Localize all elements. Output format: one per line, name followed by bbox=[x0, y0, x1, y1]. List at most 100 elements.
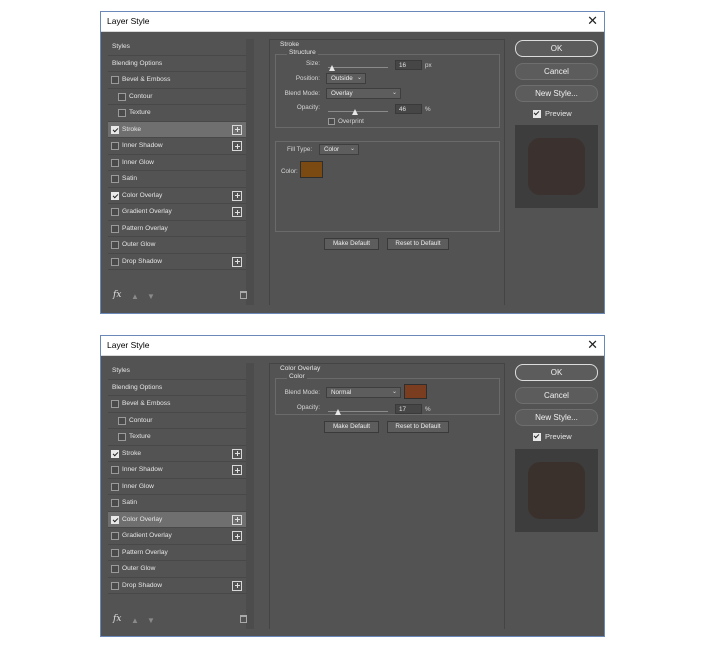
style-item-checkbox[interactable] bbox=[111, 499, 119, 507]
blend-mode-select[interactable]: Overlay ⌄ bbox=[326, 88, 401, 99]
style-item-checkbox[interactable] bbox=[111, 581, 119, 590]
style-item-checkbox[interactable] bbox=[111, 191, 119, 200]
opacity-slider-thumb[interactable] bbox=[334, 409, 341, 415]
style-item-inner-shadow[interactable]: Inner Shadow bbox=[108, 138, 246, 155]
blending-options-item[interactable]: Blending Options bbox=[108, 380, 246, 396]
style-item-checkbox[interactable] bbox=[111, 158, 119, 167]
style-item-checkbox[interactable] bbox=[111, 142, 119, 150]
style-item-inner-glow[interactable]: Inner Glow bbox=[108, 155, 246, 171]
opacity-slider-thumb[interactable] bbox=[352, 109, 359, 115]
position-select[interactable]: Outside ⌄ bbox=[326, 73, 366, 84]
add-effect-icon[interactable] bbox=[232, 580, 242, 591]
styles-header[interactable]: Styles bbox=[108, 39, 246, 56]
ok-button[interactable]: OK bbox=[515, 364, 598, 381]
style-item-checkbox[interactable] bbox=[111, 515, 119, 524]
size-slider-track[interactable] bbox=[328, 67, 388, 68]
move-down-icon: ▼ bbox=[147, 616, 155, 625]
new-style-button[interactable]: New Style... bbox=[515, 409, 598, 426]
size-slider-thumb[interactable] bbox=[329, 65, 336, 71]
style-item-satin[interactable]: Satin bbox=[108, 171, 246, 188]
style-item-color-overlay[interactable]: Color Overlay bbox=[108, 188, 246, 204]
close-icon[interactable]: ✕ bbox=[587, 337, 598, 353]
preview-checkbox[interactable] bbox=[533, 110, 541, 118]
style-item-inner-shadow[interactable]: Inner Shadow bbox=[108, 462, 246, 479]
style-item-checkbox[interactable] bbox=[118, 109, 126, 117]
style-item-checkbox[interactable] bbox=[111, 76, 119, 84]
opacity-input[interactable]: 17 bbox=[395, 404, 422, 414]
style-item-color-overlay[interactable]: Color Overlay bbox=[108, 511, 246, 528]
style-item-checkbox[interactable] bbox=[111, 466, 119, 474]
style-item-checkbox[interactable] bbox=[118, 92, 126, 101]
make-default-button[interactable]: Make Default bbox=[324, 238, 379, 250]
make-default-button[interactable]: Make Default bbox=[324, 421, 379, 433]
size-input[interactable]: 16 bbox=[395, 60, 422, 70]
reset-to-default-button[interactable]: Reset to Default bbox=[387, 421, 449, 433]
new-style-button[interactable]: New Style... bbox=[515, 85, 598, 102]
blend-mode-select[interactable]: Normal ⌄ bbox=[326, 387, 401, 398]
blending-options-item[interactable]: Blending Options bbox=[108, 56, 246, 72]
style-item-checkbox[interactable] bbox=[111, 400, 119, 408]
style-item-texture[interactable]: Texture bbox=[108, 429, 246, 446]
reset-to-default-button[interactable]: Reset to Default bbox=[387, 238, 449, 250]
styles-scrollbar[interactable] bbox=[246, 39, 254, 305]
fx-icon[interactable]: fx bbox=[113, 290, 121, 300]
add-effect-icon[interactable] bbox=[232, 141, 242, 151]
style-item-stroke[interactable]: Stroke bbox=[108, 446, 246, 462]
fill-type-select[interactable]: Color ⌄ bbox=[319, 144, 359, 155]
style-item-label: Texture bbox=[129, 109, 151, 116]
style-item-checkbox[interactable] bbox=[111, 241, 119, 249]
preview-label: Preview bbox=[545, 432, 572, 441]
style-item-gradient-overlay[interactable]: Gradient Overlay bbox=[108, 528, 246, 545]
add-effect-icon[interactable] bbox=[232, 465, 242, 475]
cancel-button[interactable]: Cancel bbox=[515, 63, 598, 80]
close-icon[interactable]: ✕ bbox=[587, 13, 598, 29]
add-effect-icon[interactable] bbox=[232, 448, 242, 459]
trash-icon[interactable] bbox=[240, 615, 247, 623]
style-item-outer-glow[interactable]: Outer Glow bbox=[108, 237, 246, 254]
style-item-checkbox[interactable] bbox=[118, 433, 126, 441]
overlay-color-swatch[interactable] bbox=[404, 384, 427, 399]
overprint-checkbox[interactable] bbox=[328, 118, 335, 125]
add-effect-icon[interactable] bbox=[232, 256, 242, 267]
ok-button[interactable]: OK bbox=[515, 40, 598, 57]
style-item-outer-glow[interactable]: Outer Glow bbox=[108, 561, 246, 578]
style-item-pattern-overlay[interactable]: Pattern Overlay bbox=[108, 545, 246, 561]
add-effect-icon[interactable] bbox=[232, 514, 242, 525]
style-item-gradient-overlay[interactable]: Gradient Overlay bbox=[108, 204, 246, 221]
opacity-input[interactable]: 46 bbox=[395, 104, 422, 114]
add-effect-icon[interactable] bbox=[232, 531, 242, 541]
style-item-checkbox[interactable] bbox=[111, 257, 119, 266]
styles-header[interactable]: Styles bbox=[108, 363, 246, 380]
preview-checkbox[interactable] bbox=[533, 433, 541, 441]
add-effect-icon[interactable] bbox=[232, 207, 242, 217]
style-item-bevel-emboss[interactable]: Bevel & Emboss bbox=[108, 396, 246, 413]
style-item-checkbox[interactable] bbox=[111, 449, 119, 458]
cancel-button[interactable]: Cancel bbox=[515, 387, 598, 404]
style-item-contour[interactable]: Contour bbox=[108, 89, 246, 105]
style-item-checkbox[interactable] bbox=[118, 416, 126, 425]
style-item-texture[interactable]: Texture bbox=[108, 105, 246, 122]
style-item-satin[interactable]: Satin bbox=[108, 495, 246, 512]
style-item-checkbox[interactable] bbox=[111, 125, 119, 134]
style-item-checkbox[interactable] bbox=[111, 548, 119, 557]
style-item-pattern-overlay[interactable]: Pattern Overlay bbox=[108, 221, 246, 237]
style-item-checkbox[interactable] bbox=[111, 565, 119, 573]
style-item-bevel-emboss[interactable]: Bevel & Emboss bbox=[108, 72, 246, 89]
add-effect-icon[interactable] bbox=[232, 190, 242, 201]
fx-icon[interactable]: fx bbox=[113, 614, 121, 624]
stroke-color-swatch[interactable] bbox=[300, 161, 323, 178]
style-item-contour[interactable]: Contour bbox=[108, 413, 246, 429]
styles-scrollbar[interactable] bbox=[246, 363, 254, 629]
add-effect-icon[interactable] bbox=[232, 124, 242, 135]
style-item-drop-shadow[interactable]: Drop Shadow bbox=[108, 578, 246, 594]
style-item-checkbox[interactable] bbox=[111, 224, 119, 233]
style-item-checkbox[interactable] bbox=[111, 482, 119, 491]
style-item-stroke[interactable]: Stroke bbox=[108, 121, 246, 138]
move-up-icon: ▲ bbox=[131, 292, 139, 301]
style-item-drop-shadow[interactable]: Drop Shadow bbox=[108, 254, 246, 270]
trash-icon[interactable] bbox=[240, 291, 247, 299]
style-item-inner-glow[interactable]: Inner Glow bbox=[108, 479, 246, 495]
style-item-checkbox[interactable] bbox=[111, 208, 119, 216]
style-item-checkbox[interactable] bbox=[111, 175, 119, 183]
style-item-checkbox[interactable] bbox=[111, 532, 119, 540]
